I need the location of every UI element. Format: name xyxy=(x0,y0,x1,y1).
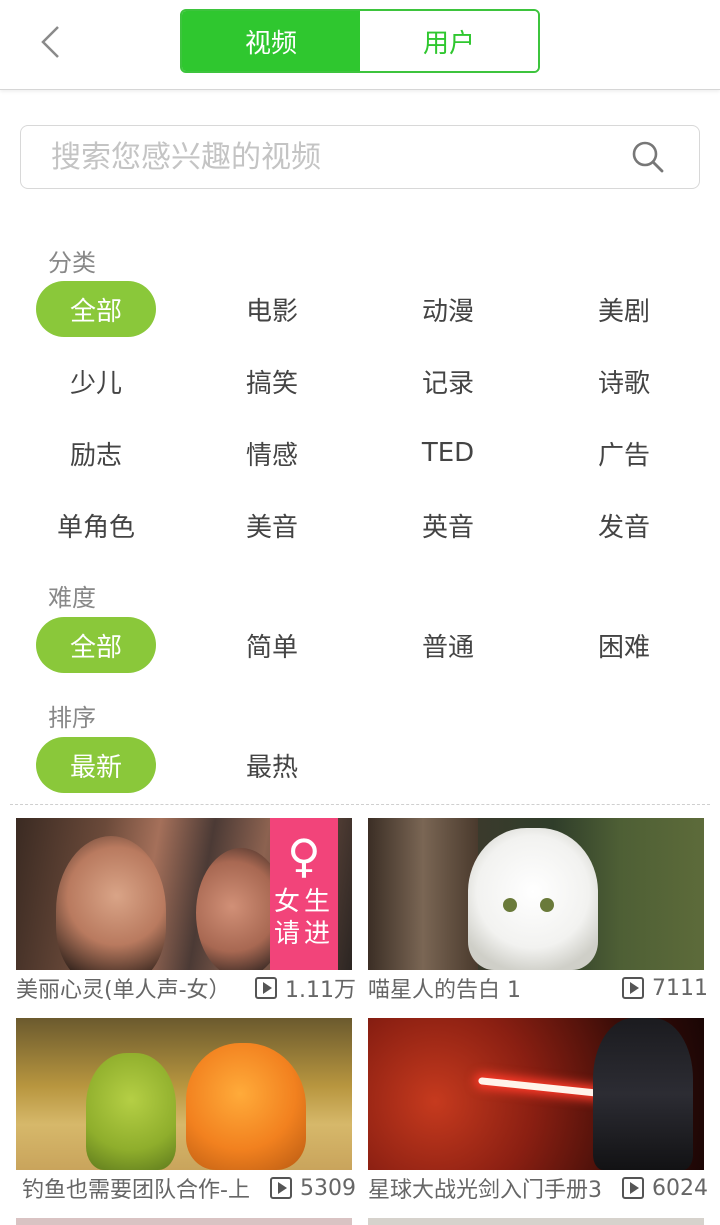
divider xyxy=(10,804,710,805)
play-count-icon xyxy=(622,977,644,999)
search-input[interactable] xyxy=(51,126,611,188)
category-chip[interactable]: 少儿 xyxy=(8,353,184,409)
difficulty-label: 难度 xyxy=(48,584,96,612)
category-chip[interactable]: 单角色 xyxy=(8,497,184,553)
chevron-left-icon xyxy=(41,26,59,58)
video-thumbnail[interactable] xyxy=(368,818,704,970)
play-count-icon xyxy=(622,1177,644,1199)
category-chip[interactable]: 电影 xyxy=(184,281,360,337)
category-label: 分类 xyxy=(48,249,96,277)
difficulty-chip[interactable]: 普通 xyxy=(360,617,536,673)
view-count: 7111 xyxy=(622,976,708,1001)
female-badge: ♀ 女生 请进 xyxy=(270,818,338,970)
difficulty-chip[interactable]: 全部 xyxy=(8,617,184,673)
video-card[interactable]: ♀ 女生 请进 美丽心灵(单人声-女） 1.11万 xyxy=(16,818,356,1003)
sort-label: 排序 xyxy=(48,704,96,732)
video-meta: 钓鱼也需要团队合作-上 5309 xyxy=(16,1170,356,1206)
category-chip[interactable]: 记录 xyxy=(360,353,536,409)
video-meta: 星球大战光剑入门手册3 6024 xyxy=(368,1170,708,1206)
sort-chip[interactable]: 最热 xyxy=(184,737,360,793)
video-title: 星球大战光剑入门手册3 xyxy=(368,1178,602,1203)
play-count-icon xyxy=(255,977,277,999)
category-chip[interactable]: 情感 xyxy=(184,425,360,481)
video-thumbnail-partial[interactable] xyxy=(16,1218,352,1225)
top-bar: 视频 用户 xyxy=(0,0,720,90)
tab-switcher: 视频 用户 xyxy=(180,9,540,73)
video-thumbnail-partial[interactable] xyxy=(368,1218,704,1225)
view-count: 5309 xyxy=(270,1176,356,1201)
sort-chip[interactable]: 最新 xyxy=(8,737,184,793)
search-box xyxy=(20,125,700,189)
tab-users[interactable]: 用户 xyxy=(360,11,538,71)
search-icon[interactable] xyxy=(631,140,665,174)
difficulty-chip[interactable]: 简单 xyxy=(184,617,360,673)
video-card[interactable]: 星球大战光剑入门手册3 6024 xyxy=(368,1018,708,1203)
category-chip[interactable]: 美音 xyxy=(184,497,360,553)
video-title: 美丽心灵(单人声-女） xyxy=(16,978,231,1003)
difficulty-grid: 全部 简单 普通 困难 xyxy=(8,617,712,673)
play-count-icon xyxy=(270,1177,292,1199)
category-chip[interactable]: 励志 xyxy=(8,425,184,481)
tab-videos[interactable]: 视频 xyxy=(182,11,360,71)
female-symbol-icon: ♀ xyxy=(287,829,321,883)
video-title: 喵星人的告白 1 xyxy=(368,978,521,1003)
difficulty-chip[interactable]: 困难 xyxy=(536,617,712,673)
category-grid: 全部 电影 动漫 美剧 少儿 搞笑 记录 诗歌 励志 情感 TED 广告 单角色… xyxy=(8,281,712,553)
view-count: 6024 xyxy=(622,1176,708,1201)
video-title: 钓鱼也需要团队合作-上 xyxy=(22,1178,250,1203)
view-count: 1.11万 xyxy=(255,972,356,1004)
sort-grid: 最新 最热 xyxy=(8,737,712,793)
category-chip[interactable]: 全部 xyxy=(8,281,184,337)
video-card[interactable]: 钓鱼也需要团队合作-上 5309 xyxy=(16,1018,356,1203)
category-chip[interactable]: 广告 xyxy=(536,425,712,481)
category-chip[interactable]: 诗歌 xyxy=(536,353,712,409)
category-chip[interactable]: 英音 xyxy=(360,497,536,553)
category-chip[interactable]: 搞笑 xyxy=(184,353,360,409)
back-button[interactable] xyxy=(30,22,70,62)
video-thumbnail[interactable]: ♀ 女生 请进 xyxy=(16,818,352,970)
video-card[interactable]: 喵星人的告白 1 7111 xyxy=(368,818,708,1003)
video-meta: 美丽心灵(单人声-女） 1.11万 xyxy=(16,970,356,1006)
category-chip[interactable]: 动漫 xyxy=(360,281,536,337)
video-thumbnail[interactable] xyxy=(368,1018,704,1170)
category-chip[interactable]: 美剧 xyxy=(536,281,712,337)
category-chip[interactable]: TED xyxy=(360,425,536,481)
category-chip[interactable]: 发音 xyxy=(536,497,712,553)
video-meta: 喵星人的告白 1 7111 xyxy=(368,970,708,1006)
video-thumbnail[interactable] xyxy=(16,1018,352,1170)
